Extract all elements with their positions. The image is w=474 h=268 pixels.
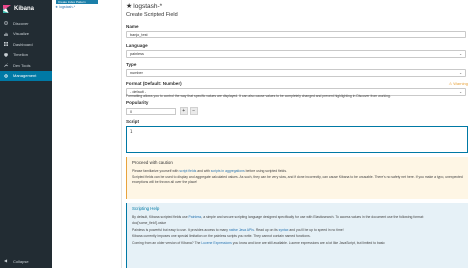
help-text: By default, Kibana scripted fields use <box>132 215 189 219</box>
chevron-down-icon: ⌄ <box>459 90 462 94</box>
help-paragraph-2: Painless is powerful but easy to use. It… <box>132 228 463 232</box>
type-label: Type <box>126 62 137 67</box>
caution-paragraph-1: Please familiarize yourself with script … <box>132 169 463 174</box>
page-title: logstash-* <box>133 3 163 10</box>
star-icon: ★ <box>55 5 59 9</box>
language-value: painless <box>130 52 144 56</box>
caution-callout: Proceed with caution Please familiarize … <box>126 157 468 199</box>
nav-item-discover[interactable]: Discover <box>0 18 52 29</box>
caution-paragraph-2: Scripted fields can be used to display a… <box>132 175 463 184</box>
help-paragraph-4: Coming from an older version of Kibana? … <box>132 241 463 245</box>
type-select[interactable]: number ⌄ <box>126 69 466 77</box>
help-text: Coming from an older version of Kibana? … <box>132 240 202 245</box>
dashboard-icon <box>4 42 8 47</box>
caution-title: Proceed with caution <box>132 160 173 165</box>
popularity-increment-button[interactable]: + <box>180 107 188 115</box>
warning-icon: ⚠ <box>448 81 453 86</box>
help-text: you know and love are still available. L… <box>231 240 385 245</box>
scripting-help-title[interactable]: Scripting Help <box>132 206 463 211</box>
popularity-decrement-button[interactable]: − <box>190 107 198 115</box>
page-subtitle: Create Scripted Field <box>126 12 178 18</box>
brand[interactable]: Kibana <box>0 0 52 18</box>
name-input[interactable]: banjo_test <box>126 31 466 38</box>
nav-label-management: Management <box>13 73 37 79</box>
shield-icon <box>4 52 8 57</box>
help-paragraph-1: By default, Kibana scripted fields use P… <box>132 215 463 219</box>
lucene-expressions-link[interactable]: Lucene Expressions <box>201 241 232 245</box>
chevron-down-icon: ⌄ <box>459 52 462 56</box>
popularity-input[interactable]: 0 <box>126 107 176 115</box>
default-star-icon[interactable]: ★ <box>126 3 132 10</box>
nav-item-dev-tools[interactable]: Dev Tools <box>0 60 52 71</box>
nav-label-discover: Discover <box>13 20 29 26</box>
nav-item-timelion[interactable]: Timelion <box>0 50 52 61</box>
script-fields-link[interactable]: script fields <box>179 169 196 173</box>
language-select[interactable]: painless ⌄ <box>126 50 466 58</box>
brand-name: Kibana <box>14 6 35 12</box>
help-text: and you'll be up to speed in no time! <box>288 227 344 232</box>
format-note: Formatting allows you to control the way… <box>126 94 391 98</box>
help-text: . Read up on its <box>253 227 279 232</box>
type-value: number <box>130 71 143 75</box>
help-text: Painless is powerful but easy to use. It… <box>132 227 229 232</box>
nav-label-dev-tools: Dev Tools <box>13 62 31 68</box>
help-text: , a simple and secure scripting language… <box>201 215 424 219</box>
nav-label-visualize: Visualize <box>13 31 29 37</box>
gear-icon <box>4 74 8 78</box>
format-label: Format (Default: Number) <box>126 81 182 86</box>
collapse-label: Collapse <box>13 258 29 264</box>
page-title-row: ★ logstash-* <box>126 3 162 10</box>
nav-item-dashboard[interactable]: Dashboard <box>0 39 52 50</box>
caution-text: and with <box>196 169 211 173</box>
index-pattern-list: Create Index Pattern ★ logstash-* <box>52 0 122 268</box>
help-code-example: doc['some_field'].value <box>132 221 167 226</box>
kibana-logo-icon <box>3 5 11 13</box>
help-paragraph-3: Kibana currently imposes one special lim… <box>132 234 311 239</box>
scripting-help-callout: Scripting Help By default, Kibana script… <box>126 203 468 268</box>
compass-icon <box>4 21 8 26</box>
popularity-label: Popularity <box>126 100 149 105</box>
nav-label-timelion: Timelion <box>13 52 28 58</box>
script-label: Script <box>126 119 140 124</box>
bar-chart-icon <box>4 32 8 36</box>
language-label: Language <box>126 43 148 48</box>
caution-text: Please familiarize yourself with <box>132 169 180 173</box>
nav-item-management[interactable]: Management <box>0 70 52 81</box>
scripts-in-aggregations-link[interactable]: scripts in aggregations <box>211 169 245 173</box>
painless-link[interactable]: Painless <box>189 215 202 219</box>
index-pattern-label: logstash-* <box>59 5 76 9</box>
create-index-pattern-button[interactable]: Create Index Pattern <box>56 0 98 4</box>
kibana-sidebar: Kibana Discover Visualize Dashboard Time… <box>0 0 52 268</box>
nav-item-visualize[interactable]: Visualize <box>0 29 52 40</box>
syntax-link[interactable]: syntax <box>279 228 289 232</box>
format-warning[interactable]: ⚠ Warning <box>449 81 468 86</box>
wrench-icon <box>4 63 8 68</box>
name-label: Name <box>126 24 139 29</box>
caution-text: before using scripted fields. <box>244 169 287 173</box>
format-warning-label: Warning <box>453 81 468 86</box>
chevron-down-icon: ⌄ <box>459 71 462 75</box>
collapse-button[interactable]: ◀ Collapse <box>0 256 52 266</box>
script-textarea[interactable]: 1 <box>126 126 468 153</box>
native-java-apis-link[interactable]: native Java APIs <box>229 228 254 232</box>
index-pattern-item[interactable]: ★ logstash-* <box>55 5 75 9</box>
collapse-arrow-icon: ◀ <box>4 258 8 263</box>
nav-label-dashboard: Dashboard <box>13 41 33 47</box>
scripted-field-form: ★ logstash-* Create Scripted Field Name … <box>122 0 474 268</box>
